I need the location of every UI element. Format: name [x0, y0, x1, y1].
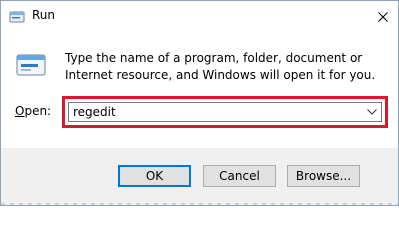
open-input[interactable]: regedit	[73, 105, 116, 119]
button-bar: OK Cancel Browse...	[1, 148, 398, 205]
open-combobox[interactable]: regedit	[62, 96, 388, 128]
close-button[interactable]	[368, 1, 398, 31]
open-label: Open:	[15, 104, 51, 118]
cancel-button[interactable]: Cancel	[203, 165, 276, 187]
window-title: Run	[32, 8, 56, 22]
run-app-icon	[9, 9, 25, 23]
run-app-icon	[15, 51, 48, 79]
run-dialog: Run Type the name of a program, folder, …	[0, 0, 399, 206]
browse-button[interactable]: Browse...	[287, 165, 360, 187]
open-label-text: pen:	[24, 104, 52, 118]
title-bar[interactable]: Run	[1, 1, 398, 32]
open-input-box[interactable]: regedit	[68, 102, 382, 122]
background-window-edge	[1, 203, 398, 205]
chevron-down-icon[interactable]	[365, 105, 379, 119]
close-icon	[378, 7, 388, 26]
ok-button[interactable]: OK	[118, 165, 191, 187]
dialog-description: Type the name of a program, folder, docu…	[65, 51, 376, 82]
